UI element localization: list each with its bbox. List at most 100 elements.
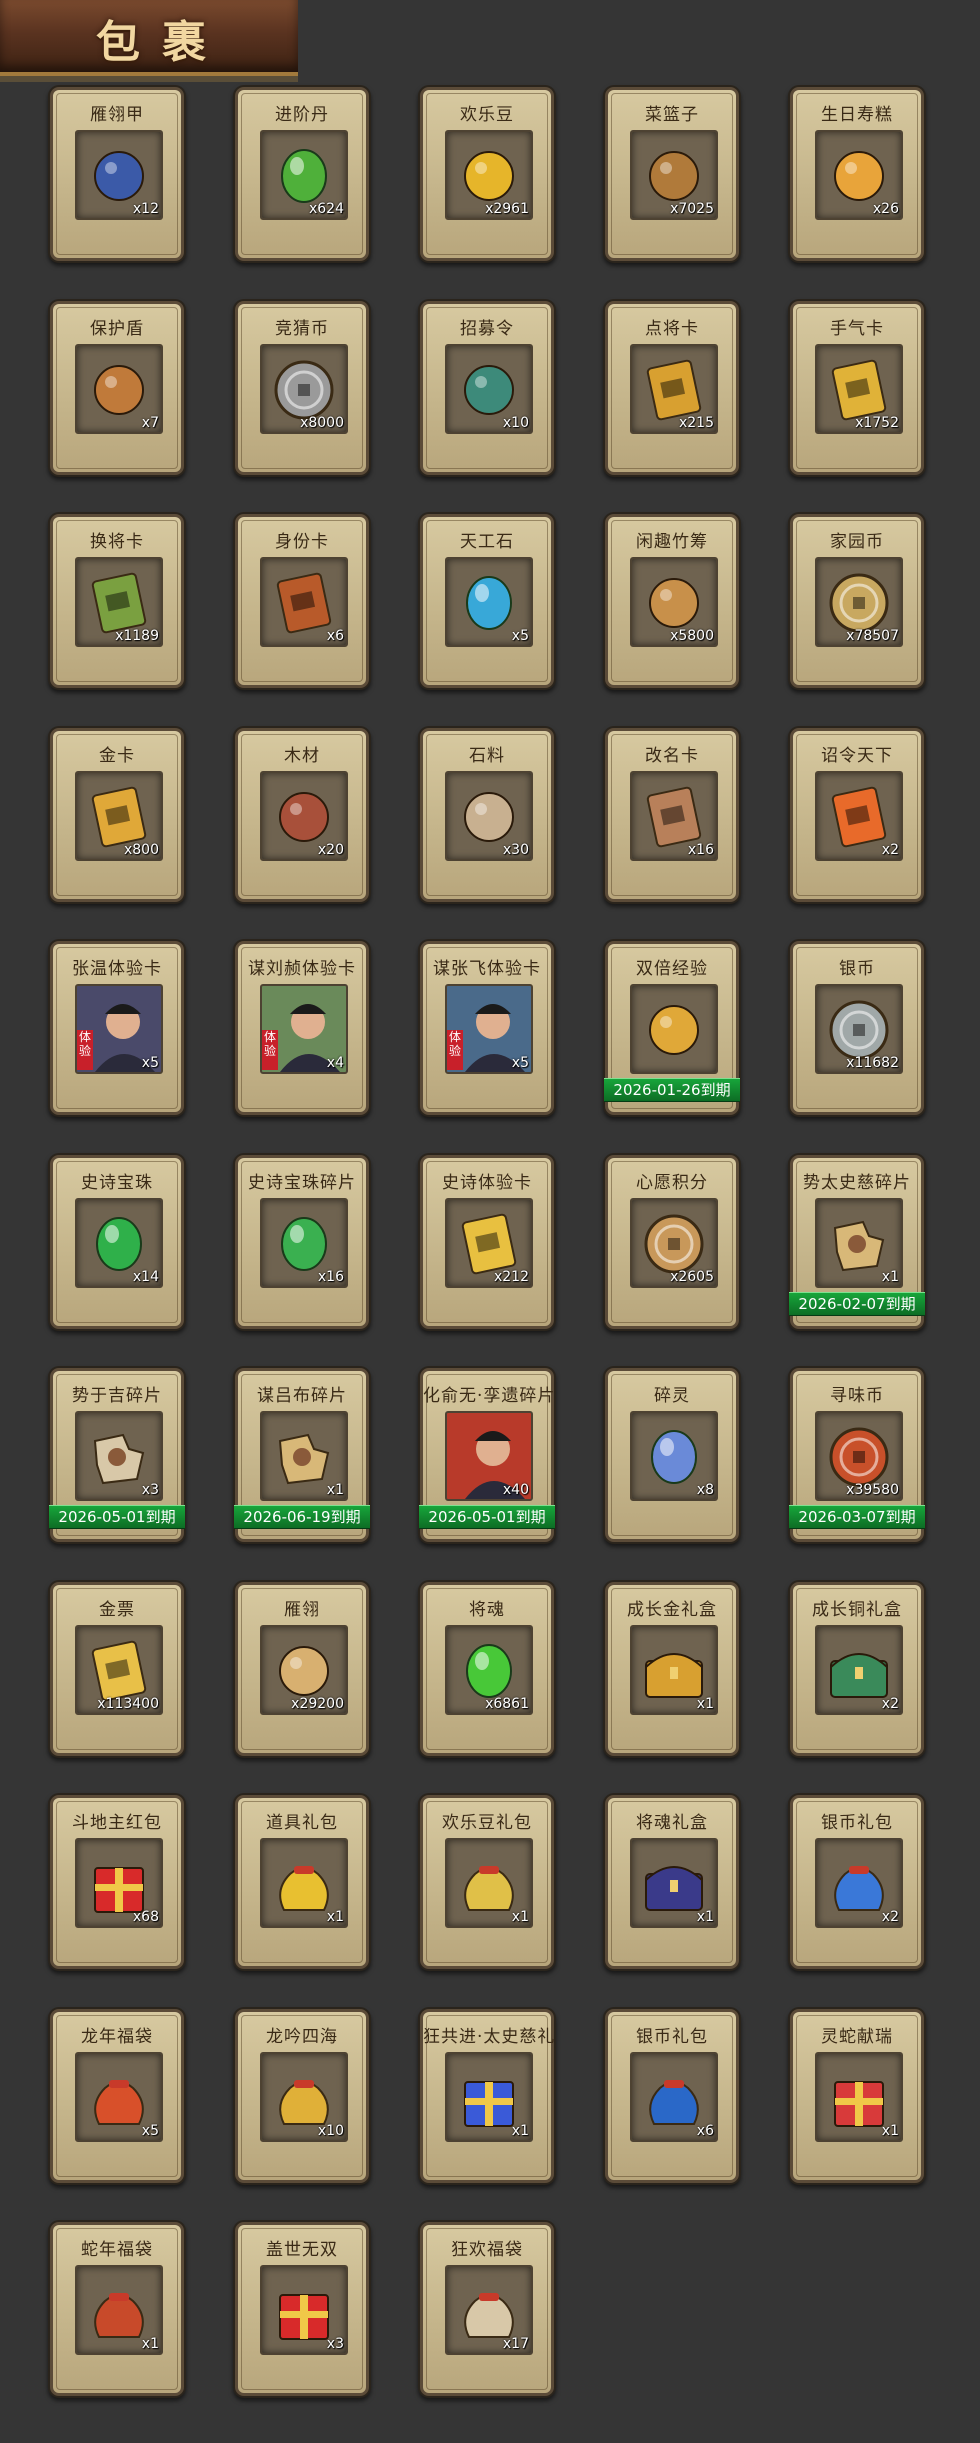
item-quantity: x30 — [502, 841, 529, 858]
item-slot[interactable]: 狂欢福袋 x17 — [423, 2225, 551, 2393]
item-slot[interactable]: 史诗宝珠碎片 x16 — [238, 1157, 366, 1326]
item-slot[interactable]: 改名卡 x16 — [608, 730, 736, 899]
trial-tag: 体验 — [447, 1030, 463, 1070]
item-name: 谋刘赪体验卡 — [248, 959, 356, 979]
item-slot[interactable]: 木材 x20 — [238, 730, 366, 899]
item-slot[interactable]: 诏令天下 x2 — [793, 730, 921, 899]
item-slot[interactable]: 势太史慈碎片 x1 2026-02-07到期 — [789, 1157, 925, 1326]
item-slot[interactable]: 碎灵 x8 — [608, 1371, 736, 1539]
puzzle-fragment-icon: x1 — [260, 1411, 348, 1501]
item-slot[interactable]: 保护盾 x7 — [53, 303, 181, 472]
item-name: 史诗宝珠碎片 — [248, 1172, 356, 1193]
item-slot[interactable]: 双倍经验 2026-01-26到期 — [604, 944, 740, 1112]
item-quantity: x1 — [141, 2336, 159, 2352]
item-slot[interactable]: 化俞无·孪遗碎片 x40 2026-05-01到期 — [419, 1371, 555, 1539]
item-quantity: x1 — [696, 1695, 714, 1712]
item-slot[interactable]: 蛇年福袋 x1 — [53, 2225, 181, 2393]
item-name: 谋张飞体验卡 — [433, 959, 541, 979]
item-slot[interactable]: 菜篮子 x7025 — [608, 90, 736, 258]
item-name: 成长铜礼盒 — [812, 1599, 902, 1620]
epic-trial-card-icon: x212 — [445, 1197, 533, 1288]
gift-box-icon: x1 — [445, 2051, 533, 2142]
luck-card-icon: x1752 — [815, 343, 903, 434]
item-slot[interactable]: 成长铜礼盒 x2 — [793, 1584, 921, 1753]
home-coin-icon: x78507 — [815, 557, 903, 647]
blue-crystal-icon: x5 — [445, 557, 533, 647]
taste-coin-icon: x39580 — [815, 1411, 903, 1501]
item-slot[interactable]: 欢乐豆 x2961 — [423, 90, 551, 258]
item-slot[interactable]: 史诗体验卡 x212 — [423, 1157, 551, 1326]
expiry-banner: 2026-03-07到期 — [789, 1505, 925, 1529]
item-name: 保护盾 — [90, 318, 144, 339]
item-quantity: x1 — [511, 2122, 529, 2139]
item-name: 木材 — [284, 745, 320, 766]
item-quantity: x2961 — [485, 201, 529, 217]
item-quantity: x11682 — [846, 1055, 899, 1071]
item-name: 狂共进·太史慈礼 — [423, 2026, 556, 2047]
item-slot[interactable]: 将魂 x6861 — [423, 1584, 551, 1753]
item-slot[interactable]: 闲趣竹筹 x5800 — [608, 517, 736, 685]
item-quantity: x7025 — [670, 201, 714, 217]
item-quantity: x113400 — [97, 1695, 159, 1712]
item-quantity: x17 — [502, 2336, 529, 2352]
item-slot[interactable]: 雁翎甲 x12 — [53, 90, 181, 258]
item-slot[interactable]: 将魂礼盒 x1 — [608, 1798, 736, 1966]
item-slot[interactable]: 狂共进·太史慈礼 x1 — [423, 2011, 556, 2180]
blue-bag-icon: x2 — [815, 1838, 903, 1928]
item-slot[interactable]: 龙年福袋 x5 — [53, 2011, 181, 2180]
item-name: 史诗宝珠 — [81, 1172, 153, 1193]
item-slot[interactable]: 张温体验卡 体验 x5 — [53, 944, 181, 1112]
item-slot[interactable]: 金卡 x800 — [53, 730, 181, 899]
item-slot[interactable]: 心愿积分 x2605 — [608, 1157, 736, 1326]
item-slot[interactable]: 斗地主红包 x68 — [53, 1798, 181, 1966]
item-quantity: x3 — [141, 1482, 159, 1498]
item-slot[interactable]: 成长金礼盒 x1 — [608, 1584, 736, 1753]
item-slot[interactable]: 谋吕布碎片 x1 2026-06-19到期 — [234, 1371, 370, 1539]
item-slot[interactable]: 势于吉碎片 x3 2026-05-01到期 — [49, 1371, 185, 1539]
item-slot[interactable]: 雁翎 x29200 — [238, 1584, 366, 1753]
item-slot[interactable]: 银币 x11682 — [793, 944, 921, 1112]
item-quantity: x2605 — [670, 1268, 714, 1285]
gold-ticket-icon: x113400 — [75, 1624, 163, 1715]
portrait-liucheng-icon: 体验 x4 — [260, 984, 348, 1074]
item-slot[interactable]: 银币礼包 x6 — [608, 2011, 736, 2180]
item-quantity: x5 — [141, 2122, 159, 2139]
item-name: 蛇年福袋 — [81, 2240, 153, 2260]
item-slot[interactable]: 龙吟四海 x10 — [238, 2011, 366, 2180]
item-slot[interactable]: 进阶丹 x624 — [238, 90, 366, 258]
item-slot[interactable]: 天工石 x5 — [423, 517, 551, 685]
green-shard-icon: x16 — [260, 1197, 348, 1288]
item-slot[interactable]: 竞猜币 x8000 — [238, 303, 366, 472]
item-slot[interactable]: 招募令 x10 — [423, 303, 551, 472]
item-slot[interactable]: 石料 x30 — [423, 730, 551, 899]
item-slot[interactable]: 谋刘赪体验卡体验 x4 — [238, 944, 366, 1112]
item-slot[interactable]: 换将卡 x1189 — [53, 517, 181, 685]
item-name: 身份卡 — [275, 532, 329, 552]
item-name: 换将卡 — [90, 532, 144, 552]
item-slot[interactable]: 盖世无双 x3 — [238, 2225, 366, 2393]
item-slot[interactable]: 手气卡 x1752 — [793, 303, 921, 472]
trial-tag: 体验 — [262, 1030, 278, 1070]
item-name: 谋吕布碎片 — [257, 1386, 347, 1406]
item-slot[interactable]: 寻味币 x39580 2026-03-07到期 — [789, 1371, 925, 1539]
item-slot[interactable]: 金票 x113400 — [53, 1584, 181, 1753]
item-slot[interactable]: 欢乐豆礼包 x1 — [423, 1798, 551, 1966]
item-slot[interactable]: 生日寿糕 x26 — [793, 90, 921, 258]
item-name: 石料 — [469, 745, 505, 766]
item-slot[interactable]: 谋张飞体验卡 体验 x5 — [423, 944, 551, 1112]
gold-bag-icon: x1 — [260, 1838, 348, 1928]
general-card-icon: x215 — [630, 343, 718, 434]
item-name: 银币 — [839, 959, 875, 979]
wood-icon: x20 — [260, 770, 348, 861]
item-slot[interactable]: 灵蛇献瑞 x1 — [793, 2011, 921, 2180]
item-quantity: x8000 — [300, 414, 344, 431]
item-quantity: x6861 — [485, 1695, 529, 1712]
item-slot[interactable]: 家园币 x78507 — [793, 517, 921, 685]
item-slot[interactable]: 点将卡 x215 — [608, 303, 736, 472]
item-slot[interactable]: 身份卡 x6 — [238, 517, 366, 685]
item-slot[interactable]: 道具礼包 x1 — [238, 1798, 366, 1966]
item-quantity: x5 — [141, 1055, 159, 1071]
item-slot[interactable]: 银币礼包 x2 — [793, 1798, 921, 1966]
item-quantity: x40 — [502, 1482, 529, 1498]
item-slot[interactable]: 史诗宝珠 x14 — [53, 1157, 181, 1326]
